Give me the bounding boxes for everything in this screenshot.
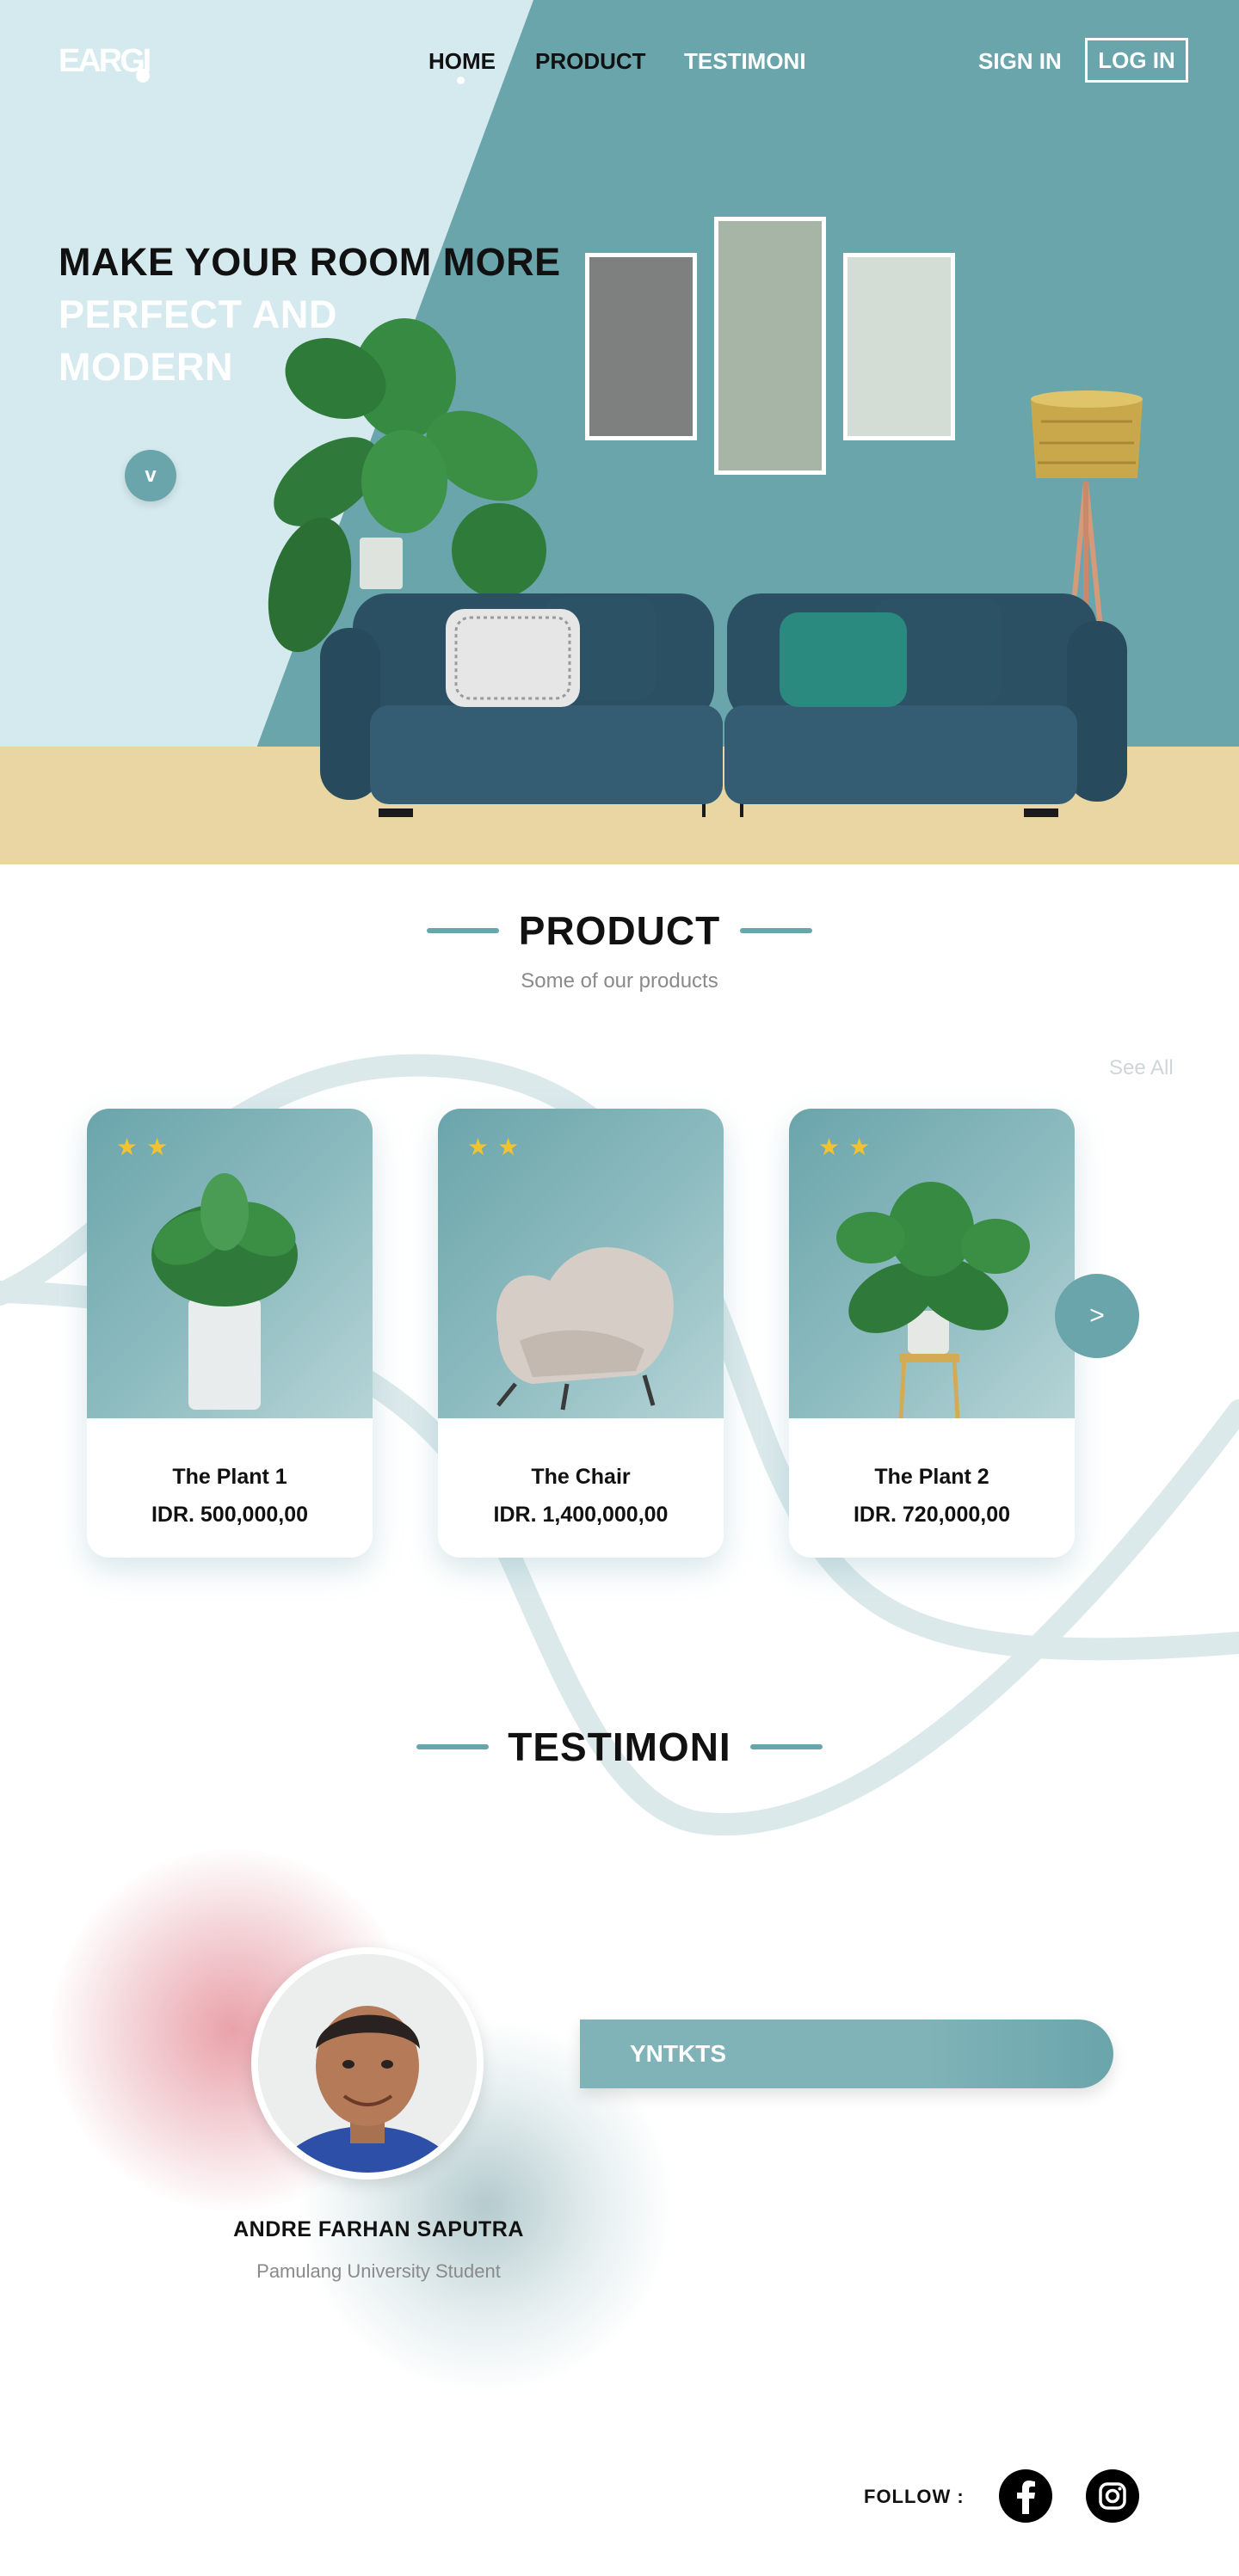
- product-section-title: PRODUCT: [518, 908, 721, 953]
- testimonial-author-name: ANDRE FARHAN SAPUTRA: [233, 2217, 524, 2241]
- product-price: IDR. 720,000,00: [853, 1503, 1011, 1527]
- testimonial-author-role: Pamulang University Student: [256, 2260, 501, 2282]
- carousel-next-button[interactable]: >: [1055, 1274, 1139, 1358]
- hero-headline-line-2: PERFECT AND: [59, 292, 337, 336]
- testimoni-section-title: TESTIMONI: [508, 1725, 731, 1769]
- facebook-icon: [1017, 2481, 1035, 2514]
- sofa-image: [320, 593, 1127, 817]
- product-card[interactable]: ★★ The Plant 2 IDR. 720,000,00: [789, 1109, 1075, 1558]
- product-section-subtitle: Some of our products: [521, 969, 718, 993]
- product-card[interactable]: ★★ The Chair IDR. 1,400,000,00: [438, 1109, 724, 1558]
- logo-dot: [136, 69, 150, 83]
- product-price: IDR. 500,000,00: [151, 1503, 309, 1527]
- nav-active-indicator: [457, 77, 465, 84]
- hero-headline: MAKE YOUR ROOM MORE PERFECT AND MODERN: [59, 236, 561, 393]
- product-price: IDR. 1,400,000,00: [493, 1503, 669, 1527]
- product-card[interactable]: ★★ The Plant 1 IDR. 500,000,00: [87, 1109, 373, 1558]
- product-name: The Plant 2: [874, 1465, 989, 1489]
- hero-furniture-illustration: [268, 318, 1143, 817]
- star-rating: ★★: [116, 1134, 177, 1160]
- nav-testimoni[interactable]: TESTIMONI: [684, 48, 806, 75]
- star-rating: ★★: [467, 1134, 528, 1160]
- hero-section: EARGI HOME PRODUCT TESTIMONI SIGN IN LOG…: [0, 0, 1239, 864]
- testimonial-quote: YNTKTS: [580, 2020, 1113, 2088]
- sign-in-link[interactable]: SIGN IN: [978, 48, 1062, 75]
- scroll-down-button[interactable]: v: [125, 450, 176, 501]
- avatar: [251, 1947, 484, 2179]
- testimoni-title-line-left: [416, 1744, 489, 1749]
- testimoni-title-line-right: [750, 1744, 823, 1749]
- nav-home[interactable]: HOME: [428, 48, 496, 75]
- nav-product[interactable]: PRODUCT: [535, 48, 646, 75]
- avatar-photo: [258, 1954, 477, 2173]
- instagram-button[interactable]: [1086, 2469, 1139, 2523]
- person-illustration: [258, 1954, 477, 2173]
- follow-label: FOLLOW :: [864, 2486, 965, 2507]
- log-in-button[interactable]: LOG IN: [1085, 38, 1188, 83]
- product-name: The Plant 1: [172, 1465, 287, 1489]
- star-rating: ★★: [818, 1134, 879, 1160]
- product-name: The Chair: [531, 1465, 631, 1489]
- facebook-button[interactable]: [999, 2469, 1052, 2523]
- hero-headline-line-1: MAKE YOUR ROOM MORE: [59, 240, 561, 284]
- hero-headline-line-3: MODERN: [59, 345, 233, 389]
- see-all-link[interactable]: See All: [1109, 1056, 1174, 1080]
- product-title-line-right: [740, 928, 812, 933]
- instagram-icon: [1099, 2482, 1126, 2510]
